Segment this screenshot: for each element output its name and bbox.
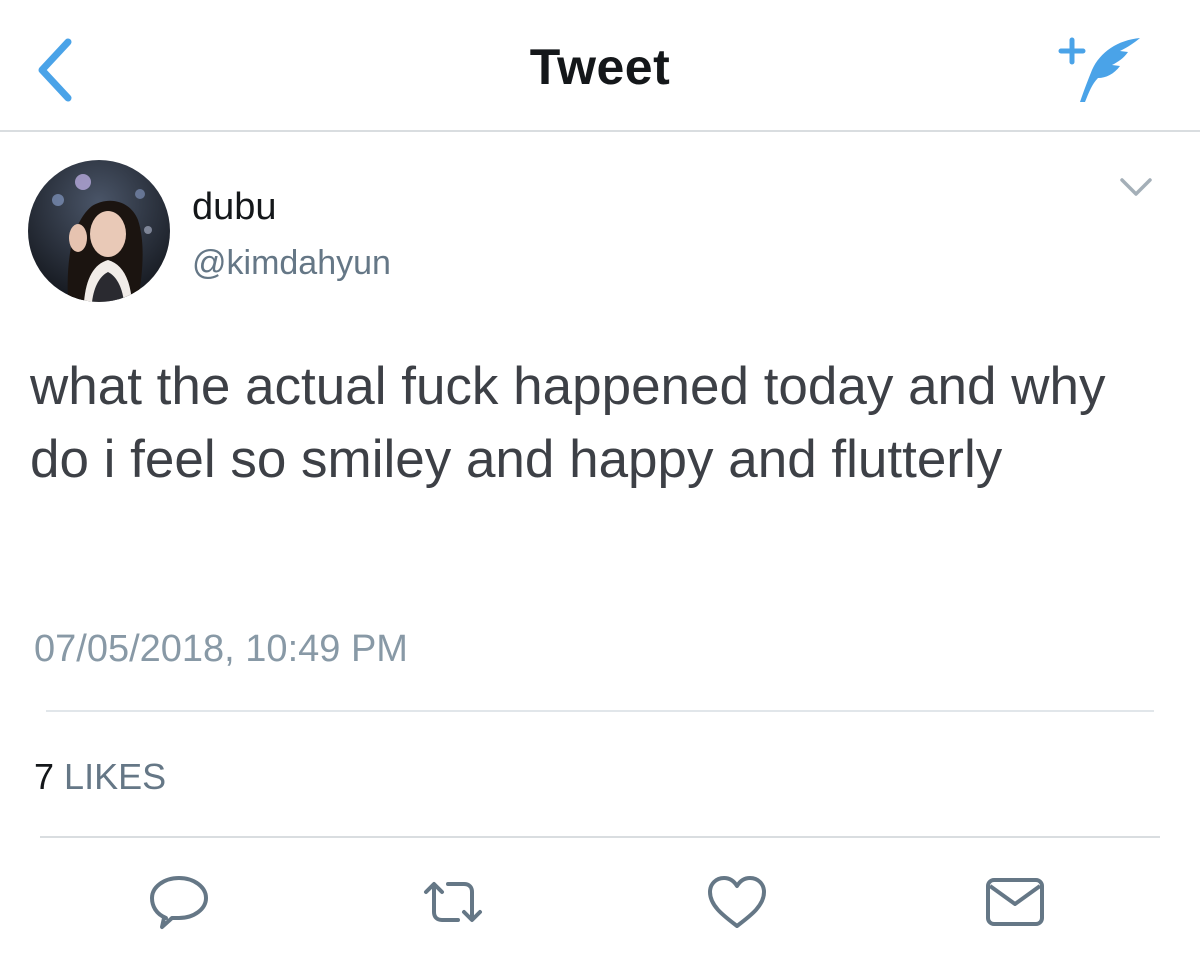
direct-message-button[interactable] (982, 872, 1048, 932)
profile-photo (28, 160, 170, 302)
divider (40, 836, 1160, 838)
reply-icon (150, 876, 208, 929)
compose-feather-icon (1058, 37, 1140, 102)
author-display-name[interactable]: dubu (192, 186, 277, 229)
tweet-timestamp: 07/05/2018, 10:49 PM (34, 628, 408, 670)
like-button[interactable] (704, 872, 770, 932)
divider (46, 710, 1154, 712)
heart-icon (708, 876, 766, 928)
likes-stat[interactable]: 7 LIKES (34, 756, 166, 798)
retweet-icon (424, 882, 482, 922)
chevron-down-icon (1120, 178, 1152, 196)
author-handle[interactable]: @kimdahyun (192, 244, 391, 283)
page-title: Tweet (529, 39, 671, 95)
likes-count: 7 (34, 756, 55, 797)
tweet-text: what the actual fuck happened today and … (30, 357, 1106, 489)
reply-button[interactable] (146, 872, 212, 932)
compose-button[interactable] (1054, 32, 1150, 108)
nav-bar: Tweet (0, 0, 1200, 132)
likes-label: LIKES (64, 756, 167, 797)
envelope-icon (986, 878, 1044, 926)
tweet-options-button[interactable] (1110, 168, 1162, 208)
retweet-button[interactable] (420, 872, 486, 932)
avatar[interactable] (28, 160, 170, 302)
